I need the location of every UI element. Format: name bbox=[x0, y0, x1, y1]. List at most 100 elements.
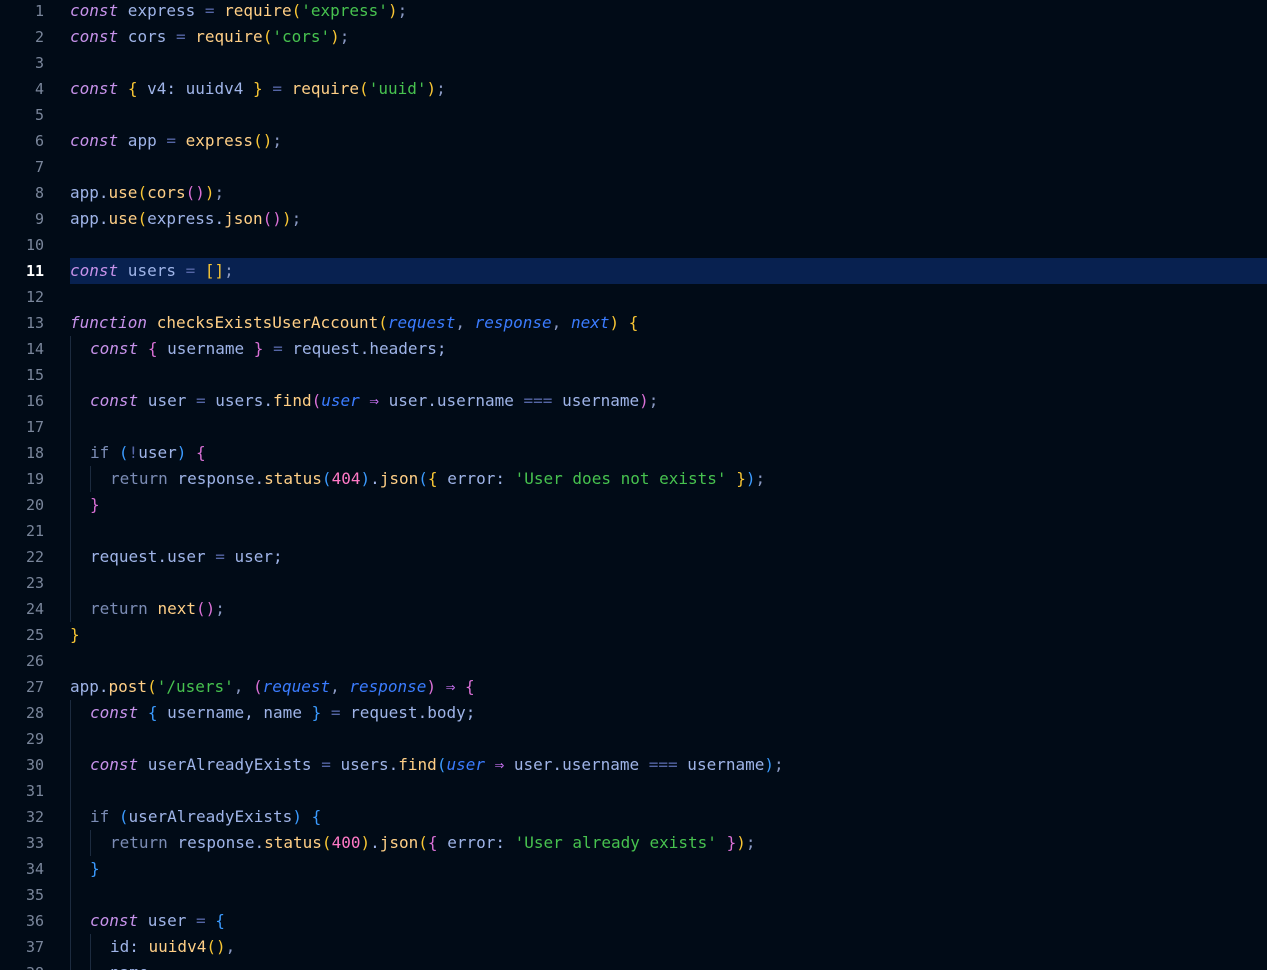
code-line[interactable]: 3 bbox=[0, 50, 1267, 76]
code-line[interactable]: 37 id: uuidv4(), bbox=[0, 934, 1267, 960]
code-line[interactable]: 35 bbox=[0, 882, 1267, 908]
code-text[interactable] bbox=[70, 284, 1267, 310]
code-line[interactable]: 27 app.post('/users', (request, response)… bbox=[0, 674, 1267, 700]
code-text[interactable]: const user = { bbox=[70, 908, 1267, 934]
code-text[interactable] bbox=[70, 50, 1267, 76]
code-line[interactable]: 38 name, bbox=[0, 960, 1267, 970]
code-text[interactable]: const { username } = request.headers; bbox=[70, 336, 1267, 362]
code-token: , bbox=[233, 677, 254, 696]
code-text[interactable]: const cors = require('cors'); bbox=[70, 24, 1267, 50]
code-line[interactable]: 12 bbox=[0, 284, 1267, 310]
code-text[interactable] bbox=[70, 154, 1267, 180]
code-text[interactable] bbox=[70, 414, 1267, 440]
code-text[interactable] bbox=[70, 648, 1267, 674]
code-line[interactable]: 21 bbox=[0, 518, 1267, 544]
code-text[interactable] bbox=[70, 232, 1267, 258]
code-text[interactable]: function checksExistsUserAccount(request… bbox=[70, 310, 1267, 336]
code-line[interactable]: 20} bbox=[0, 492, 1267, 518]
code-line[interactable]: 19 return response.status(404).json({ err… bbox=[0, 466, 1267, 492]
code-text[interactable]: } bbox=[70, 856, 1267, 882]
code-token: request.body; bbox=[340, 703, 476, 722]
code-line[interactable]: 15 bbox=[0, 362, 1267, 388]
code-line[interactable]: 29 bbox=[0, 726, 1267, 752]
code-text[interactable] bbox=[70, 102, 1267, 128]
code-text[interactable]: const { username, name } = request.body; bbox=[70, 700, 1267, 726]
code-line[interactable]: 4 const { v4: uuidv4 } = require('uuid'); bbox=[0, 76, 1267, 102]
line-number: 29 bbox=[25, 730, 44, 748]
code-line[interactable]: 18 if (!user) { bbox=[0, 440, 1267, 466]
code-line[interactable]: 11 const users = []; bbox=[0, 258, 1267, 284]
code-line[interactable]: 28 const { username, name } = request.bod… bbox=[0, 700, 1267, 726]
indent-guide bbox=[90, 934, 91, 960]
code-line[interactable]: 6 const app = express(); bbox=[0, 128, 1267, 154]
code-text[interactable]: const app = express(); bbox=[70, 128, 1267, 154]
code-token: id: bbox=[110, 937, 149, 956]
code-token: require bbox=[291, 79, 360, 98]
code-text[interactable]: return next(); bbox=[70, 596, 1267, 622]
code-line[interactable]: 24 return next(); bbox=[0, 596, 1267, 622]
code-line[interactable]: 8 app.use(cors()); bbox=[0, 180, 1267, 206]
code-text[interactable] bbox=[70, 570, 1267, 596]
code-line[interactable]: 7 bbox=[0, 154, 1267, 180]
code-line[interactable]: 10 bbox=[0, 232, 1267, 258]
code-token: 'User already exists' bbox=[514, 833, 717, 852]
code-token: ( bbox=[418, 833, 428, 852]
code-token: const bbox=[90, 391, 139, 410]
line-number: 34 bbox=[25, 860, 44, 878]
code-line[interactable]: 1 const express = require('express'); bbox=[0, 0, 1267, 24]
code-line[interactable]: 22 request.user = user; bbox=[0, 544, 1267, 570]
code-text[interactable]: } bbox=[70, 622, 1267, 648]
code-text[interactable]: const user = users.find(user ⇒ user.user… bbox=[70, 388, 1267, 414]
code-line[interactable]: 33 return response.status(400).json({ err… bbox=[0, 830, 1267, 856]
code-text[interactable] bbox=[70, 882, 1267, 908]
code-text[interactable]: return response.status(404).json({ error… bbox=[70, 466, 1267, 492]
code-text[interactable]: const userAlreadyExists = users.find(use… bbox=[70, 752, 1267, 778]
code-text[interactable] bbox=[70, 726, 1267, 752]
code-text[interactable]: return response.status(400).json({ error… bbox=[70, 830, 1267, 856]
code-token: users. bbox=[205, 391, 274, 410]
code-text[interactable]: const users = []; bbox=[70, 258, 1267, 284]
code-text[interactable]: const express = require('express'); bbox=[70, 0, 1267, 24]
code-text[interactable]: } bbox=[70, 492, 1267, 518]
code-line[interactable]: 34} bbox=[0, 856, 1267, 882]
code-line[interactable]: 23 bbox=[0, 570, 1267, 596]
code-text[interactable]: app.use(cors()); bbox=[70, 180, 1267, 206]
code-content: const { v4: uuidv4 } = require('uuid'); bbox=[70, 76, 446, 102]
code-line[interactable]: 36 const user = { bbox=[0, 908, 1267, 934]
code-text[interactable]: id: uuidv4(), bbox=[70, 934, 1267, 960]
code-line[interactable]: 25} bbox=[0, 622, 1267, 648]
code-token: use bbox=[108, 209, 138, 228]
code-token: next bbox=[570, 313, 610, 332]
code-line[interactable]: 14 const { username } = request.headers; bbox=[0, 336, 1267, 362]
code-token: use bbox=[108, 183, 138, 202]
code-text[interactable]: const { v4: uuidv4 } = require('uuid'); bbox=[70, 76, 1267, 102]
code-text[interactable] bbox=[70, 362, 1267, 388]
code-line[interactable]: 16 const user = users.find(user ⇒ user.us… bbox=[0, 388, 1267, 414]
code-line[interactable]: 13 function checksExistsUserAccount(reque… bbox=[0, 310, 1267, 336]
code-token: ( bbox=[118, 443, 129, 462]
code-text[interactable]: if (userAlreadyExists) { bbox=[70, 804, 1267, 830]
code-text[interactable] bbox=[70, 778, 1267, 804]
code-text[interactable]: if (!user) { bbox=[70, 440, 1267, 466]
code-line[interactable]: 26 bbox=[0, 648, 1267, 674]
code-token: const bbox=[90, 755, 139, 774]
code-line[interactable]: 5 bbox=[0, 102, 1267, 128]
code-token: } bbox=[90, 495, 100, 514]
code-content: } bbox=[70, 622, 80, 648]
line-number: 23 bbox=[25, 574, 44, 592]
code-text[interactable]: app.post('/users', (request, response) ⇒… bbox=[70, 674, 1267, 700]
code-line[interactable]: 9 app.use(express.json()); bbox=[0, 206, 1267, 232]
code-line[interactable]: 32 if (userAlreadyExists) { bbox=[0, 804, 1267, 830]
code-line[interactable]: 2 const cors = require('cors'); bbox=[0, 24, 1267, 50]
code-token: next bbox=[157, 599, 196, 618]
code-text[interactable] bbox=[70, 518, 1267, 544]
code-text[interactable]: app.use(express.json()); bbox=[70, 206, 1267, 232]
code-line[interactable]: 31 bbox=[0, 778, 1267, 804]
indent-guide bbox=[70, 362, 71, 388]
code-text[interactable]: name, bbox=[70, 960, 1267, 970]
code-editor[interactable]: 1 const express = require('express'); 2 con… bbox=[0, 0, 1267, 970]
code-line[interactable]: 30 const userAlreadyExists = users.find(u… bbox=[0, 752, 1267, 778]
code-text[interactable]: request.user = user; bbox=[70, 544, 1267, 570]
code-line[interactable]: 17 bbox=[0, 414, 1267, 440]
